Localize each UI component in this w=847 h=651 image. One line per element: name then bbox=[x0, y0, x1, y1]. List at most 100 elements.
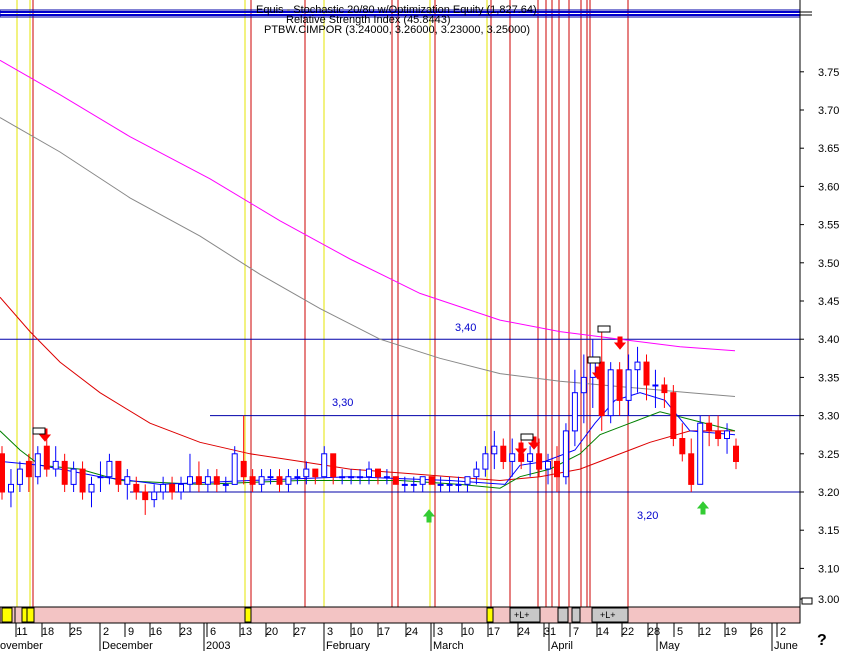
candle-body bbox=[357, 476, 363, 479]
x-month-label: February bbox=[326, 640, 371, 651]
x-tick-label: 26 bbox=[751, 626, 763, 638]
candle-body bbox=[428, 476, 435, 485]
x-tick-label: 16 bbox=[150, 626, 162, 638]
candle-78 bbox=[697, 415, 704, 485]
y-tick-label: 3.40 bbox=[818, 334, 839, 346]
candle-body bbox=[473, 468, 480, 478]
candle-body bbox=[16, 468, 23, 485]
candle-body bbox=[491, 445, 498, 455]
candle-body bbox=[437, 483, 444, 486]
candle-body bbox=[169, 483, 176, 493]
y-tick-label: 3.65 bbox=[818, 143, 839, 155]
x-tick-label: 31 bbox=[544, 626, 556, 638]
y-tick-label: 3.55 bbox=[818, 220, 839, 232]
candle-body bbox=[679, 438, 686, 455]
x-tick-label: 24 bbox=[518, 626, 530, 638]
candle-0 bbox=[0, 446, 5, 500]
tape-label: +L+ bbox=[514, 610, 530, 620]
x-tick-label: 25 bbox=[70, 626, 82, 638]
exit-badge-icon bbox=[520, 433, 534, 441]
candle-body bbox=[670, 392, 677, 440]
candle-body bbox=[482, 453, 489, 470]
exit-badge-icon bbox=[597, 325, 611, 333]
candle-75 bbox=[670, 385, 677, 447]
candle-body bbox=[446, 483, 453, 486]
y-axis-ticks: 3.75 3.70 3.65 3.60 3.55 3.50 3.45 3.40 3.35 3.30… bbox=[800, 11, 839, 606]
x-tick-label: 5 bbox=[677, 626, 683, 638]
x-tick-label: 12 bbox=[699, 626, 711, 638]
candle-body bbox=[536, 453, 543, 470]
candle-body bbox=[285, 476, 292, 485]
tape-label: +L+ bbox=[600, 610, 616, 620]
y-axis: 3.75 3.70 3.65 3.60 3.55 3.50 3.45 3.40 3.35 3.30… bbox=[799, 0, 839, 607]
x-tick-label: 27 bbox=[294, 626, 306, 638]
y-axis-box bbox=[801, 597, 813, 605]
y-tick-label: 3.00 bbox=[818, 594, 839, 606]
x-month-label: May bbox=[659, 640, 680, 651]
price-chart: Equis - Stochastic 20/80 w/Optimization … bbox=[0, 0, 839, 651]
y-tick-label: 3.75 bbox=[818, 67, 839, 79]
candle-body bbox=[661, 384, 668, 394]
candle-68 bbox=[607, 362, 614, 424]
x-tick-label: 14 bbox=[597, 626, 609, 638]
candle-44 bbox=[392, 476, 399, 485]
candle-body bbox=[410, 483, 417, 486]
exit-badge-icon bbox=[587, 356, 601, 364]
x-month-label: June bbox=[774, 640, 798, 651]
candle-body bbox=[294, 476, 301, 479]
signal-tape: +L+ +L+ bbox=[0, 606, 801, 624]
candle-body bbox=[187, 476, 193, 485]
candle-body bbox=[133, 483, 140, 493]
candle-body bbox=[8, 483, 14, 493]
candle-body bbox=[151, 491, 158, 501]
x-tick-label: 7 bbox=[573, 626, 579, 638]
candle-body bbox=[724, 430, 730, 439]
candle-body bbox=[625, 369, 632, 401]
candle-body bbox=[545, 460, 551, 470]
help-mark[interactable]: ? bbox=[817, 632, 827, 649]
candle-body bbox=[330, 453, 337, 478]
x-tick-label: 17 bbox=[378, 626, 390, 638]
tape-gray-segment bbox=[571, 607, 581, 623]
y-tick-label: 3.30 bbox=[818, 411, 839, 423]
candle-body bbox=[580, 376, 587, 394]
candle-body bbox=[634, 361, 641, 371]
x-tick-label: 3 bbox=[327, 626, 333, 638]
candle-body bbox=[321, 453, 328, 478]
x-tick-label: 11 bbox=[16, 626, 27, 638]
candle-body bbox=[258, 476, 265, 485]
x-tick-label: 3 bbox=[437, 626, 443, 638]
x-tick-label: 22 bbox=[622, 626, 634, 638]
x-axis: 11 18 25 2 9 16 23 6 13 20 27 3 10 17 24 3 10 17 24 31 7 14 22… bbox=[0, 622, 800, 651]
candle-body bbox=[554, 460, 560, 478]
candle-body bbox=[688, 453, 695, 485]
candle-body bbox=[240, 460, 247, 478]
candle-body bbox=[276, 476, 283, 485]
candle-body bbox=[222, 483, 229, 486]
candle-body bbox=[366, 468, 372, 478]
plot-area bbox=[0, 0, 800, 607]
candle-body bbox=[339, 476, 346, 479]
candle-body bbox=[643, 361, 650, 386]
candle-body bbox=[464, 476, 471, 485]
tape-yellow-segment bbox=[1, 607, 13, 623]
candle-body bbox=[706, 422, 713, 432]
x-tick-label: 9 bbox=[128, 626, 134, 638]
candle-body bbox=[401, 483, 408, 486]
candle-body bbox=[0, 453, 5, 493]
x-tick-label: 24 bbox=[406, 626, 418, 638]
x-month-label: December bbox=[102, 640, 153, 651]
candle-body bbox=[267, 476, 274, 479]
x-axis-ticks: 11 18 25 2 9 16 23 6 13 20 27 3 10 17 24 3 10 17 24 31 7 14 22… bbox=[15, 623, 786, 638]
candle-body bbox=[204, 476, 211, 485]
candle-body bbox=[616, 369, 623, 401]
x-tick-label: 17 bbox=[488, 626, 500, 638]
candle-body bbox=[61, 460, 68, 485]
x-tick-label: 28 bbox=[648, 626, 660, 638]
x-month-label: 2003 bbox=[206, 640, 230, 651]
x-tick-label: 10 bbox=[351, 626, 363, 638]
candle-body bbox=[500, 445, 507, 463]
candle-body bbox=[419, 476, 426, 485]
x-tick-label: 10 bbox=[462, 626, 474, 638]
candle-body bbox=[70, 468, 77, 485]
